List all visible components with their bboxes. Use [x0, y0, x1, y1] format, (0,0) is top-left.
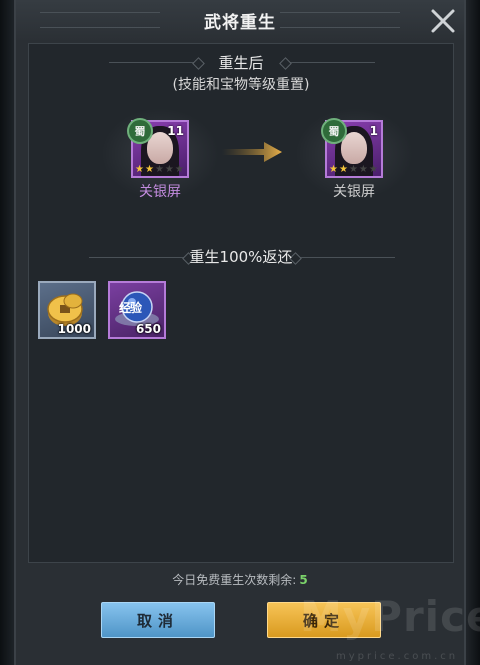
- star-icon: ★: [135, 164, 144, 175]
- confirm-button[interactable]: 确定: [267, 602, 381, 638]
- rebirth-dialog: 武将重生 重生后 (技能和宝物等级重置) 11 ★ ★ ★ ★ ★ 蜀 1 ★ …: [14, 0, 466, 665]
- star-rating: ★ ★ ★ ★ ★: [135, 165, 184, 175]
- star-icon: ★: [348, 164, 358, 175]
- hero-before[interactable]: 11 ★ ★ ★ ★ ★ 蜀 关银屏: [101, 108, 219, 201]
- free-rebirth-count: 5: [299, 573, 308, 587]
- star-icon: ★: [329, 164, 338, 175]
- after-rebirth-heading: 重生后: [218, 54, 264, 72]
- returns-heading: 重生100%返还: [189, 248, 293, 266]
- faction-badge: 蜀: [127, 118, 153, 144]
- arrow-right-icon: [222, 142, 282, 162]
- item-count: 1000: [57, 322, 91, 336]
- star-icon: ★: [368, 164, 378, 175]
- star-icon: ★: [358, 164, 368, 175]
- reward-coin[interactable]: 1000: [38, 281, 96, 339]
- star-icon: ★: [164, 164, 174, 175]
- rebirth-panel: 重生后 (技能和宝物等级重置) 11 ★ ★ ★ ★ ★ 蜀 关银屏: [28, 43, 454, 563]
- hero-after[interactable]: 1 ★ ★ ★ ★ ★ 蜀 关银屏: [295, 108, 413, 201]
- star-icon: ★: [144, 164, 154, 175]
- hero-level: 11: [167, 124, 184, 138]
- reward-exp[interactable]: 经验 650: [108, 281, 166, 339]
- free-rebirth-info: 今日免费重生次数剩余: 5: [16, 571, 464, 588]
- faction-badge: 蜀: [321, 118, 347, 144]
- close-button[interactable]: [426, 4, 460, 38]
- item-count: 650: [135, 322, 161, 336]
- hero-level: 1: [369, 124, 378, 138]
- free-rebirth-label: 今日免费重生次数剩余:: [172, 573, 297, 587]
- star-icon: ★: [174, 164, 184, 175]
- reset-note: (技能和宝物等级重置): [172, 77, 310, 93]
- cancel-button[interactable]: 取消: [101, 602, 215, 638]
- close-icon: [431, 9, 455, 33]
- star-icon: ★: [338, 164, 348, 175]
- star-rating: ★ ★ ★ ★ ★: [329, 165, 378, 175]
- star-icon: ★: [154, 164, 164, 175]
- title-bar: 武将重生: [16, 0, 464, 40]
- dialog-title: 武将重生: [204, 13, 276, 33]
- exp-orb-label: 经验: [119, 301, 142, 315]
